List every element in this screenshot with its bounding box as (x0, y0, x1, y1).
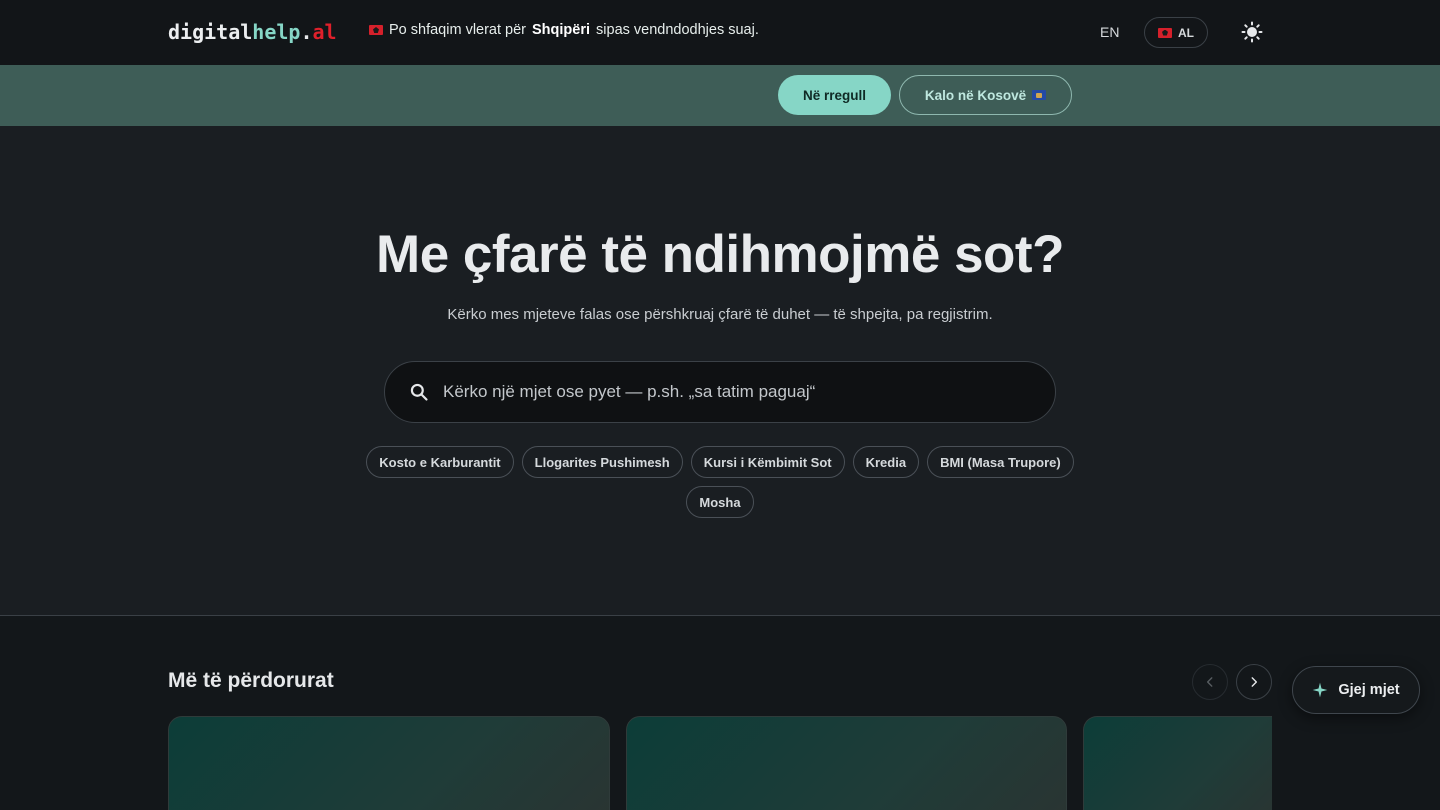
chip-bmi[interactable]: BMI (Masa Trupore) (927, 446, 1074, 478)
banner-text-before: Po shfaqim vlerat për (389, 22, 527, 38)
switch-to-kosovo-button[interactable]: Kalo në Kosovë (899, 75, 1072, 115)
popular-section-title: Më të përdorurat (168, 669, 334, 692)
chevron-right-icon (1251, 677, 1258, 687)
language-english-button[interactable]: EN (1100, 24, 1119, 40)
logo-part-digital: digital (168, 20, 253, 44)
popular-tool-card[interactable] (168, 716, 610, 810)
chip-loan[interactable]: Kredia (852, 446, 920, 478)
chip-age[interactable]: Mosha (686, 486, 754, 518)
sparkle-icon (1313, 682, 1328, 698)
country-selector-button[interactable]: AL (1144, 17, 1208, 48)
find-tool-button[interactable]: Gjej mjet (1292, 666, 1420, 714)
carousel-next-button[interactable] (1236, 664, 1272, 700)
hero-subtitle: Kërko mes mjeteve falas ose përshkruaj ç… (447, 306, 993, 323)
chip-holiday-calculator[interactable]: Llogarites Pushimesh (521, 446, 683, 478)
logo-part-help: help (252, 20, 301, 44)
search-icon (410, 383, 428, 401)
site-logo[interactable]: digitalhelp.al (168, 20, 337, 44)
search-input[interactable] (443, 382, 1055, 402)
country-selector-label: AL (1178, 25, 1194, 40)
location-banner (0, 65, 1440, 126)
albania-flag-icon (1158, 27, 1172, 38)
quick-tool-chips-row-2: Mosha (0, 486, 1440, 518)
find-tool-label: Gjej mjet (1338, 682, 1400, 698)
chip-exchange-rate[interactable]: Kursi i Këmbimit Sot (690, 446, 845, 478)
banner-text-after: sipas vendndodhjes suaj. (596, 22, 759, 38)
switch-to-kosovo-label: Kalo në Kosovë (924, 87, 1027, 103)
chip-fuel-cost[interactable]: Kosto e Karburantit (366, 446, 514, 478)
confirm-location-button[interactable]: Në rregull (778, 75, 891, 115)
carousel-previous-button[interactable] (1192, 664, 1228, 700)
location-banner-message: Po shfaqim vlerat për Shqipëri sipas ven… (369, 22, 759, 38)
theme-toggle-button[interactable] (1240, 20, 1264, 44)
popular-tool-card[interactable] (1083, 716, 1272, 810)
hero-title: Me çfarë të ndihmojmë sot? (376, 225, 1064, 284)
kosovo-flag-icon (1032, 90, 1047, 100)
chevron-left-icon (1206, 677, 1213, 687)
banner-country-name: Shqipëri (532, 22, 591, 38)
logo-part-al: al (312, 20, 337, 44)
logo-part-dot: . (300, 20, 313, 44)
quick-tool-chips: Kosto e Karburantit Llogarites Pushimesh… (0, 446, 1440, 478)
popular-tool-card[interactable] (626, 716, 1067, 810)
search-box[interactable] (384, 361, 1056, 423)
sun-icon (1241, 21, 1263, 43)
albania-flag-icon (369, 25, 383, 35)
